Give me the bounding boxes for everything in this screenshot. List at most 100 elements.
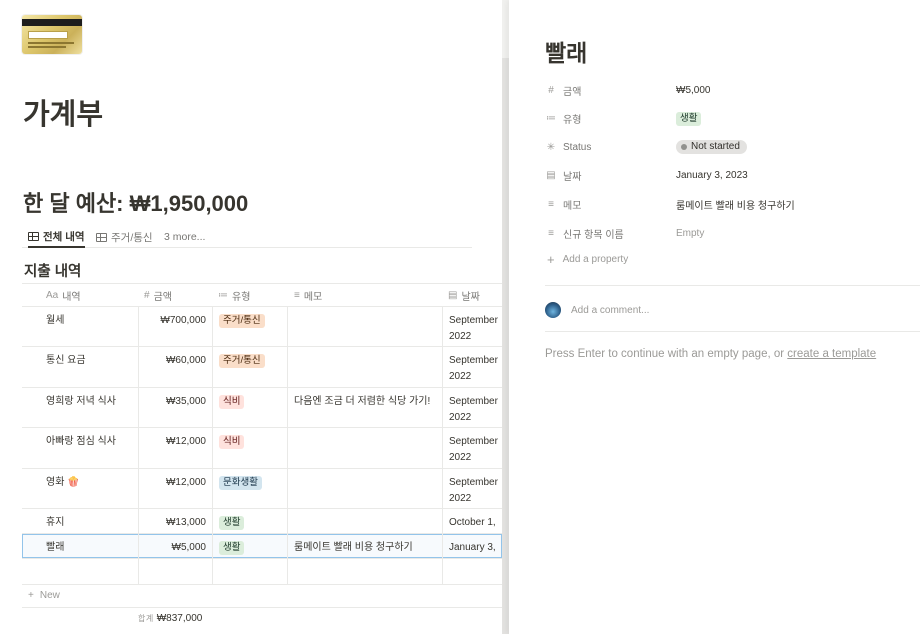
cell-name[interactable]: 월세 <box>22 307 138 346</box>
budget-heading[interactable]: 한 달 예산: ₩1,950,000 <box>23 186 248 218</box>
property-name[interactable]: # 금액 <box>545 83 676 98</box>
cell-name[interactable]: 빨래 <box>22 534 138 558</box>
property-date: ▤ 날짜 January 3, 2023 <box>545 165 920 187</box>
table-row[interactable]: 영화 🍿 ₩12,000 문화생활 September 2022 <box>22 469 502 509</box>
cell-memo[interactable] <box>287 307 442 346</box>
cell-amount[interactable]: ₩5,000 <box>138 534 212 558</box>
cell-amount[interactable]: ₩60,000 <box>138 347 212 387</box>
table-row[interactable]: 월세 ₩700,000 주거/통신 September 2022 <box>22 307 502 347</box>
avatar <box>545 302 561 318</box>
cell-type[interactable]: 문화생활 <box>212 469 287 508</box>
create-template-link[interactable]: create a template <box>787 348 876 360</box>
comment-input[interactable]: Add a comment... <box>545 302 649 318</box>
page-title[interactable]: 가계부 <box>23 91 103 133</box>
property-name[interactable]: ≡ 신규 항목 이름 <box>545 226 676 241</box>
cell-amount[interactable]: ₩700,000 <box>138 307 212 346</box>
cell-amount[interactable]: ₩12,000 <box>138 428 212 468</box>
table-row[interactable]: 아빠랑 점심 식사 ₩12,000 식비 September 2022 <box>22 428 502 469</box>
sum-value: ₩837,000 <box>156 613 203 624</box>
cell-memo[interactable] <box>287 428 442 468</box>
side-peek-panel: 빨래 + Add a property Add a comment... Pre… <box>509 0 920 634</box>
cell-amount[interactable]: ₩12,000 <box>138 469 212 508</box>
status-icon: ✳ <box>546 141 556 153</box>
credit-card-icon[interactable] <box>22 15 82 54</box>
plus-icon: + <box>547 252 555 267</box>
cell-name[interactable]: 영화 🍿 <box>22 469 138 508</box>
cell-date[interactable]: October 1, <box>442 509 502 533</box>
cell-date[interactable]: January 3, <box>442 534 502 558</box>
type-tag: 생활 <box>676 111 702 126</box>
number-type-icon: # <box>144 290 150 301</box>
cell-memo[interactable] <box>287 347 442 387</box>
cell-name[interactable]: 영희랑 저녁 식사 <box>22 388 138 427</box>
tab-more-views[interactable]: 3 more... <box>164 226 205 248</box>
text-lines-icon: ≡ <box>548 198 554 210</box>
divider <box>545 331 920 332</box>
column-header-type[interactable]: ≔ 유형 <box>218 284 250 307</box>
property-name[interactable]: ▤ 날짜 <box>545 168 676 183</box>
cell-amount[interactable]: ₩13,000 <box>138 509 212 533</box>
table-row[interactable]: 휴지 ₩13,000 생활 October 1, <box>22 509 502 534</box>
type-tag: 식비 <box>219 395 245 409</box>
cell-name[interactable]: 휴지 <box>22 509 138 533</box>
property-name[interactable]: ≔ 유형 <box>545 111 676 126</box>
table-row[interactable]: 통신 요금 ₩60,000 주거/통신 September 2022 <box>22 347 502 388</box>
page-scrollbar[interactable] <box>502 0 509 634</box>
property-memo: ≡ 메모 룸메이트 빨래 비용 청구하기 <box>545 193 920 215</box>
column-header-name[interactable]: Aa 내역 <box>46 284 81 307</box>
table-icon <box>28 231 39 241</box>
database-title[interactable]: 지출 내역 <box>24 260 81 281</box>
cell-amount[interactable] <box>138 559 212 584</box>
cell-name[interactable]: 아빠랑 점심 식사 <box>22 428 138 468</box>
table-body: 월세 ₩700,000 주거/통신 September 2022 통신 요금 ₩60,000… <box>22 307 502 585</box>
cell-type[interactable]: 식비 <box>212 388 287 427</box>
cell-type[interactable]: 식비 <box>212 428 287 468</box>
property-value[interactable]: Empty <box>676 228 704 239</box>
cell-type[interactable] <box>212 559 287 584</box>
column-header-memo[interactable]: ≡ 메모 <box>294 284 322 307</box>
property-value[interactable]: 생활 <box>676 111 702 126</box>
property-value[interactable]: ₩5,000 <box>676 85 710 96</box>
cell-type[interactable]: 주거/통신 <box>212 307 287 346</box>
new-row-button[interactable]: + New <box>22 584 502 608</box>
tab-all-entries[interactable]: 전체 내역 <box>28 226 85 248</box>
cell-date[interactable]: September 2022 <box>442 307 502 346</box>
sum-label: 합계 <box>138 614 154 623</box>
cell-date[interactable]: September 2022 <box>442 347 502 387</box>
property-value[interactable]: 룸메이트 빨래 비용 청구하기 <box>676 197 795 212</box>
property-value[interactable]: January 3, 2023 <box>676 170 748 181</box>
table-header: Aa 내역 # 금액 ≔ 유형 ≡ 메모 ▤ 날짜 <box>22 283 502 307</box>
amount-sum[interactable]: 합계 ₩837,000 <box>138 613 202 624</box>
property-name[interactable]: ≡ 메모 <box>545 197 676 212</box>
page-content: 가계부 한 달 예산: ₩1,950,000 전체 내역 주거/통신 3 mor… <box>0 0 502 634</box>
table-icon <box>96 232 107 242</box>
peek-page-title[interactable]: 빨래 <box>545 34 587 68</box>
column-header-amount[interactable]: # 금액 <box>144 284 172 307</box>
cell-date[interactable]: September 2022 <box>442 388 502 427</box>
cell-date[interactable]: September 2022 <box>442 469 502 508</box>
cell-memo[interactable] <box>287 559 442 584</box>
add-property-button[interactable]: + Add a property <box>547 252 628 267</box>
property-new-item-name: ≡ 신규 항목 이름 Empty <box>545 222 920 244</box>
cell-date[interactable] <box>442 559 502 584</box>
status-badge: Not started <box>676 140 747 155</box>
property-name[interactable]: ✳ Status <box>545 142 676 153</box>
tab-housing-telecom[interactable]: 주거/통신 <box>96 226 153 248</box>
cell-date[interactable]: September 2022 <box>442 428 502 468</box>
cell-memo[interactable]: 룸메이트 빨래 비용 청구하기 <box>287 534 442 558</box>
cell-type[interactable]: 생활 <box>212 534 287 558</box>
table-row[interactable]: 빨래 ₩5,000 생활 룸메이트 빨래 비용 청구하기 January 3, <box>22 534 502 559</box>
expense-table: Aa 내역 # 금액 ≔ 유형 ≡ 메모 ▤ 날짜 월세 ₩700,000 주거/통… <box>22 283 502 585</box>
empty-row[interactable] <box>22 559 502 585</box>
table-row[interactable]: 영희랑 저녁 식사 ₩35,000 식비 다음엔 조금 더 저렴한 식당 가기! Sep… <box>22 388 502 428</box>
column-header-date[interactable]: ▤ 날짜 <box>448 284 480 307</box>
cell-amount[interactable]: ₩35,000 <box>138 388 212 427</box>
cell-name[interactable]: 통신 요금 <box>22 347 138 387</box>
cell-memo[interactable]: 다음엔 조금 더 저렴한 식당 가기! <box>287 388 442 427</box>
cell-memo[interactable] <box>287 469 442 508</box>
cell-type[interactable]: 주거/통신 <box>212 347 287 387</box>
type-tag: 주거/통신 <box>219 354 265 368</box>
property-value[interactable]: Not started <box>676 140 747 155</box>
cell-memo[interactable] <box>287 509 442 533</box>
cell-type[interactable]: 생활 <box>212 509 287 533</box>
